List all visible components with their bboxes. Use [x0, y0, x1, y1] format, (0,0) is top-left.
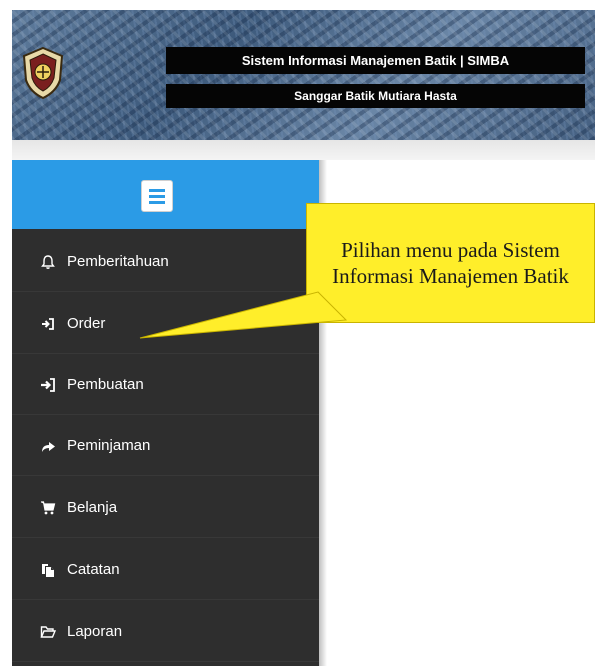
sidebar-item-belanja[interactable]: Belanja — [12, 478, 319, 538]
hamburger-icon[interactable] — [141, 180, 173, 212]
organization-name: Sanggar Batik Mutiara Hasta — [166, 84, 585, 108]
header-divider — [12, 140, 595, 160]
sidebar-item-order[interactable]: Order — [12, 294, 319, 354]
copy-icon — [39, 561, 57, 579]
sidebar-item-label: Catatan — [67, 561, 120, 578]
sidebar-item-label: Pemberitahuan — [67, 253, 169, 270]
sidebar-item-label: Belanja — [67, 499, 118, 516]
sign-in-icon — [39, 315, 57, 333]
log-in-icon — [39, 376, 57, 394]
sidebar-item-laporan[interactable]: Laporan — [12, 602, 319, 662]
folder-open-icon — [39, 623, 57, 641]
cart-icon — [39, 499, 57, 517]
sidebar-item-peminjaman[interactable]: Peminjaman — [12, 416, 319, 476]
callout-annotation: Pilihan menu pada Sistem Informasi Manaj… — [306, 203, 595, 323]
header-banner — [12, 10, 595, 140]
sidebar-item-pembuatan[interactable]: Pembuatan — [12, 355, 319, 415]
university-logo — [22, 46, 64, 100]
sidebar-item-catatan[interactable]: Catatan — [12, 540, 319, 600]
app-title: Sistem Informasi Manajemen Batik | SIMBA — [166, 47, 585, 74]
sidebar-item-label: Order — [67, 315, 106, 332]
sidebar-item-pemberitahuan[interactable]: Pemberitahuan — [12, 232, 319, 292]
share-arrow-icon — [39, 437, 57, 455]
sidebar-item-label: Laporan — [67, 623, 123, 640]
bell-icon — [39, 253, 57, 271]
sidebar-item-label: Peminjaman — [67, 437, 151, 454]
sidebar-item-label: Pembuatan — [67, 376, 144, 393]
